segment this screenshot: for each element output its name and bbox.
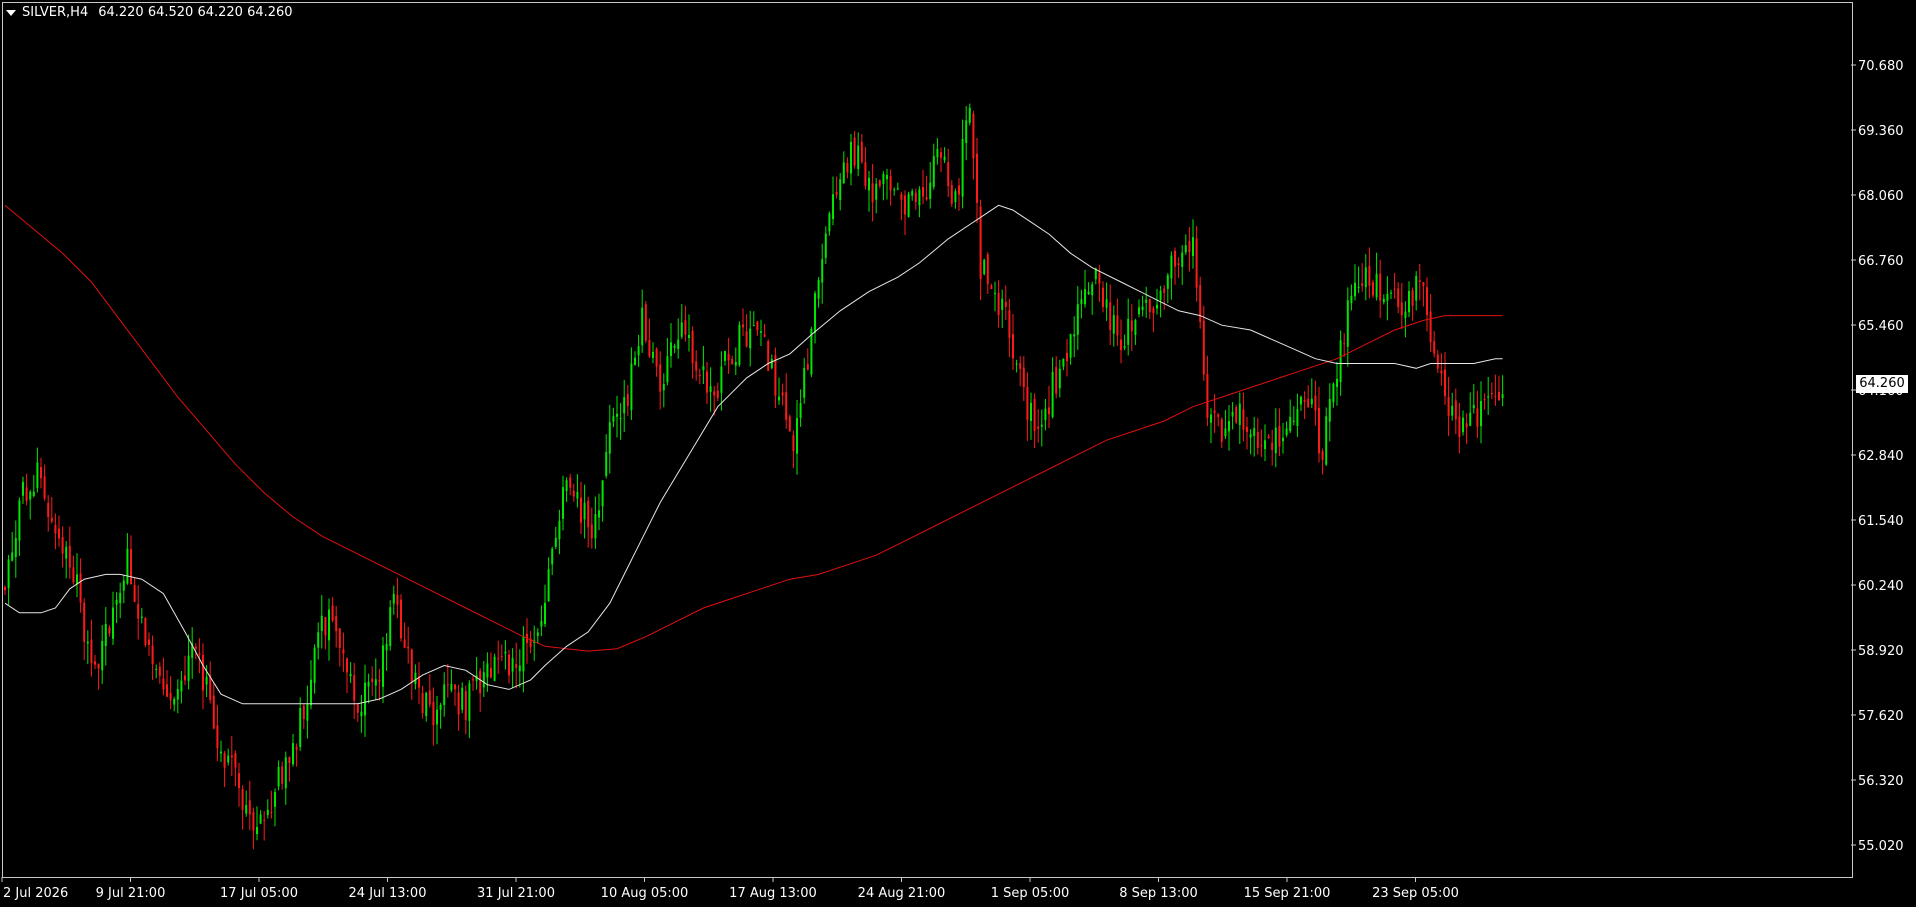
symbol-timeframe: SILVER,H4 bbox=[22, 5, 89, 20]
x-tick-label: 17 Aug 13:00 bbox=[729, 886, 817, 901]
y-tick-label: 69.360 bbox=[1858, 124, 1904, 139]
x-tick-label: 15 Sep 21:00 bbox=[1244, 886, 1331, 901]
ohlc-values: 64.220 64.520 64.220 64.260 bbox=[98, 5, 293, 20]
chart-menu-triangle-icon[interactable] bbox=[6, 9, 16, 16]
y-tick-label: 65.460 bbox=[1858, 319, 1904, 334]
x-tick-label: 31 Jul 21:00 bbox=[477, 886, 555, 901]
chart-window[interactable]: 70.68069.36068.06066.76065.46064.16062.8… bbox=[0, 0, 1916, 907]
x-tick-label: 1 Sep 05:00 bbox=[991, 886, 1070, 901]
x-tick-label: 10 Aug 05:00 bbox=[601, 886, 689, 901]
x-tick-label: 8 Sep 13:00 bbox=[1119, 886, 1198, 901]
time-axis: 2 Jul 2026 9 Jul 21:00 17 Jul 05:00 24 Jul … bbox=[1, 877, 1459, 901]
y-tick-label: 68.060 bbox=[1858, 189, 1904, 204]
chart-header: SILVER,H4 64.220 64.520 64.220 64.260 bbox=[6, 5, 293, 20]
y-tick-label: 56.320 bbox=[1858, 774, 1904, 789]
x-tick-label: 24 Aug 21:00 bbox=[858, 886, 946, 901]
y-tick-label: 58.920 bbox=[1858, 644, 1904, 659]
plot-area-frame bbox=[2, 2, 1853, 878]
price-axis: 70.68069.36068.06066.76065.46064.16062.8… bbox=[1851, 59, 1904, 854]
y-tick-label: 60.240 bbox=[1858, 579, 1904, 594]
y-tick-label: 70.680 bbox=[1858, 59, 1904, 74]
x-tick-label: 24 Jul 13:00 bbox=[349, 886, 427, 901]
x-tick-label: 9 Jul 21:00 bbox=[96, 886, 166, 901]
y-tick-label: 55.020 bbox=[1858, 839, 1904, 854]
y-tick-label: 62.840 bbox=[1858, 449, 1904, 464]
y-tick-label: 57.620 bbox=[1858, 709, 1904, 724]
x-tick-label: 23 Sep 05:00 bbox=[1372, 886, 1459, 901]
y-tick-label: 61.540 bbox=[1858, 514, 1904, 529]
x-tick-label: 2 Jul 2026 bbox=[3, 886, 68, 901]
x-tick-label: 17 Jul 05:00 bbox=[220, 886, 298, 901]
y-tick-label: 66.760 bbox=[1858, 254, 1904, 269]
current-price-label: 64.260 bbox=[1856, 375, 1908, 393]
